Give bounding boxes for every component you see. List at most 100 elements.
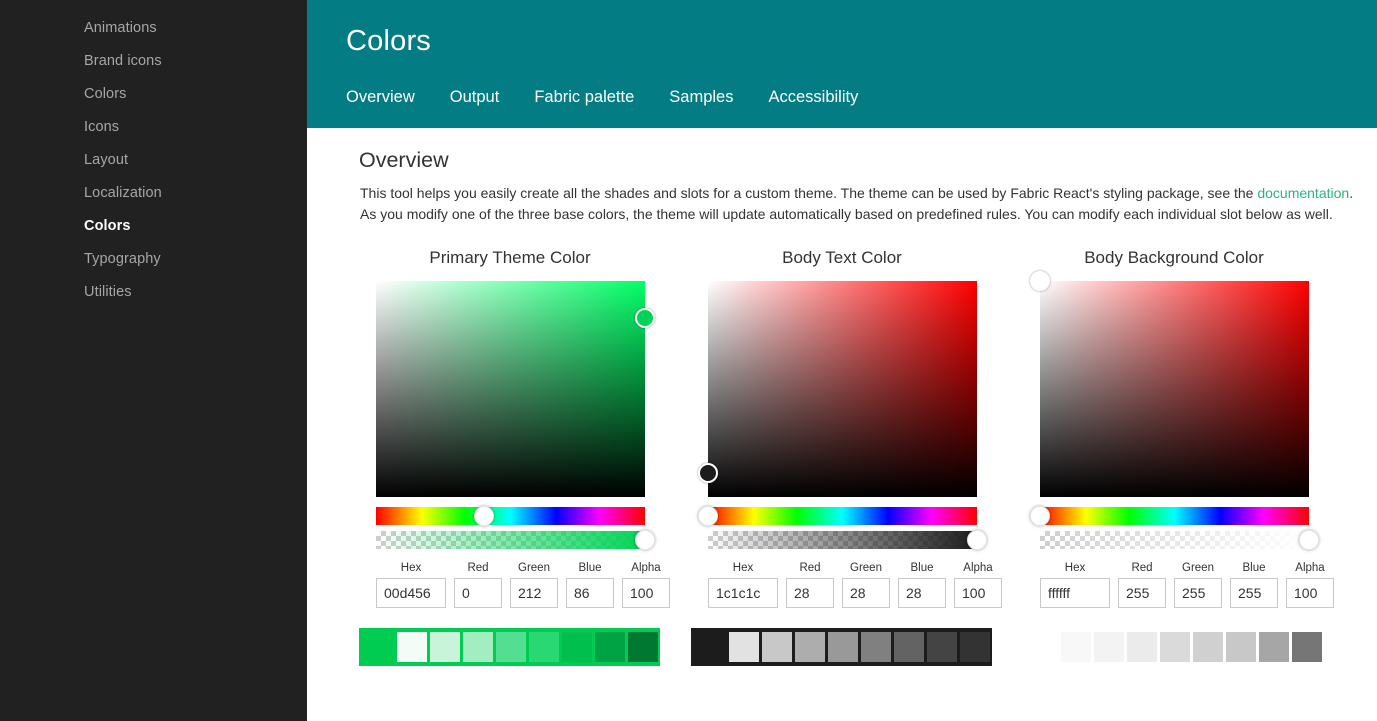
shade-swatch[interactable] — [1094, 632, 1124, 662]
shade-swatch[interactable] — [927, 632, 957, 662]
shade-swatch[interactable] — [529, 632, 559, 662]
tab-output[interactable]: Output — [450, 88, 500, 111]
hex-input[interactable] — [376, 578, 446, 608]
sidebar: Animations Brand icons Colors Icons Layout Lo… — [0, 0, 307, 721]
shade-swatch[interactable] — [496, 632, 526, 662]
saturation-thumb[interactable] — [635, 307, 655, 328]
shade-swatch[interactable] — [960, 632, 990, 662]
shade-swatch[interactable] — [894, 632, 924, 662]
shade-swatch[interactable] — [1259, 632, 1289, 662]
saturation-area-wrapper — [698, 281, 977, 497]
hex-field-group: Hex — [708, 561, 778, 608]
green-field-group: Green — [1174, 561, 1222, 608]
red-input[interactable] — [786, 578, 834, 608]
hue-slider[interactable] — [1030, 506, 1309, 526]
tab-fabric-palette[interactable]: Fabric palette — [534, 88, 634, 111]
hue-slider-thumb[interactable] — [698, 506, 718, 526]
green-input[interactable] — [842, 578, 890, 608]
alpha-field-group: Alpha — [622, 561, 670, 608]
color-picker: Primary Theme Color Hex Red Green Blue Alpha — [359, 248, 691, 666]
hue-slider[interactable] — [376, 506, 645, 526]
shade-swatch[interactable] — [1292, 632, 1322, 662]
blue-input[interactable] — [898, 578, 946, 608]
hex-field-label: Hex — [732, 562, 754, 574]
saturation-value-area[interactable] — [376, 281, 655, 497]
documentation-link[interactable]: documentation — [1257, 185, 1349, 201]
red-input[interactable] — [454, 578, 502, 608]
alpha-slider[interactable] — [708, 530, 987, 550]
hex-input[interactable] — [708, 578, 778, 608]
sidebar-item-icons[interactable]: Icons — [0, 111, 307, 144]
saturation-area-wrapper — [376, 281, 655, 497]
alpha-input[interactable] — [1286, 578, 1334, 608]
blue-field-group: Blue — [566, 561, 614, 608]
green-field-group: Green — [842, 561, 890, 608]
alpha-slider[interactable] — [1040, 530, 1319, 550]
color-value-fields: Hex Red Green Blue Alpha — [1040, 561, 1355, 608]
hex-field-group: Hex — [1040, 561, 1110, 608]
green-input[interactable] — [510, 578, 558, 608]
saturation-value-area[interactable] — [1030, 271, 1309, 497]
sidebar-item-animations[interactable]: Animations — [0, 12, 307, 45]
shade-swatch[interactable] — [595, 632, 625, 662]
sidebar-item-brand-icons[interactable]: Brand icons — [0, 45, 307, 78]
sidebar-item-localization[interactable]: Localization — [0, 177, 307, 210]
hex-field-label: Hex — [1064, 562, 1086, 574]
tab-accessibility[interactable]: Accessibility — [768, 88, 858, 111]
red-field-label: Red — [1131, 562, 1153, 574]
red-field-group: Red — [786, 561, 834, 608]
color-picker-title: Body Background Color — [1084, 248, 1264, 267]
sidebar-item-colors-active[interactable]: Colors — [0, 210, 307, 243]
shade-swatch[interactable] — [828, 632, 858, 662]
shade-swatch[interactable] — [795, 632, 825, 662]
alpha-slider-thumb[interactable] — [967, 530, 987, 550]
shade-swatch[interactable] — [1061, 632, 1091, 662]
shade-swatch[interactable] — [562, 632, 592, 662]
alpha-slider[interactable] — [376, 530, 655, 550]
tab-samples[interactable]: Samples — [669, 88, 733, 111]
hue-slider-track — [708, 507, 977, 525]
shade-swatch[interactable] — [729, 632, 759, 662]
shade-swatch[interactable] — [463, 632, 493, 662]
alpha-input[interactable] — [954, 578, 1002, 608]
red-input[interactable] — [1118, 578, 1166, 608]
green-field-label: Green — [850, 562, 882, 574]
shade-swatch[interactable] — [628, 632, 658, 662]
saturation-black-layer — [708, 281, 977, 497]
saturation-thumb[interactable] — [698, 463, 718, 484]
shade-swatch[interactable] — [861, 632, 891, 662]
shade-swatch[interactable] — [430, 632, 460, 662]
color-picker-title: Primary Theme Color — [429, 248, 591, 267]
alpha-field-group: Alpha — [1286, 561, 1334, 608]
shade-swatch[interactable] — [1160, 632, 1190, 662]
sidebar-item-utilities[interactable]: Utilities — [0, 276, 307, 309]
sidebar-item-colors[interactable]: Colors — [0, 78, 307, 111]
hue-slider-thumb[interactable] — [473, 506, 494, 526]
saturation-thumb[interactable] — [1030, 271, 1050, 291]
hue-slider[interactable] — [698, 506, 977, 526]
sidebar-item-typography[interactable]: Typography — [0, 243, 307, 276]
blue-field-group: Blue — [1230, 561, 1278, 608]
shade-swatch[interactable] — [762, 632, 792, 662]
shade-swatch[interactable] — [1127, 632, 1157, 662]
hex-input[interactable] — [1040, 578, 1110, 608]
green-input[interactable] — [1174, 578, 1222, 608]
red-field-label: Red — [467, 562, 489, 574]
blue-input[interactable] — [1230, 578, 1278, 608]
shade-swatch[interactable] — [1226, 632, 1256, 662]
shade-swatch[interactable] — [1193, 632, 1223, 662]
alpha-slider-thumb[interactable] — [1299, 530, 1319, 550]
saturation-value-area[interactable] — [698, 281, 977, 497]
color-value-fields: Hex Red Green Blue Alpha — [708, 561, 1023, 608]
blue-field-group: Blue — [898, 561, 946, 608]
blue-input[interactable] — [566, 578, 614, 608]
alpha-input[interactable] — [622, 578, 670, 608]
alpha-slider-gradient — [1040, 531, 1309, 549]
alpha-slider-thumb[interactable] — [635, 530, 655, 550]
alpha-field-label: Alpha — [631, 562, 661, 574]
hex-field-label: Hex — [400, 562, 422, 574]
hue-slider-thumb[interactable] — [1030, 506, 1050, 526]
shade-swatch[interactable] — [397, 632, 427, 662]
sidebar-item-layout[interactable]: Layout — [0, 144, 307, 177]
tab-overview[interactable]: Overview — [346, 88, 415, 111]
